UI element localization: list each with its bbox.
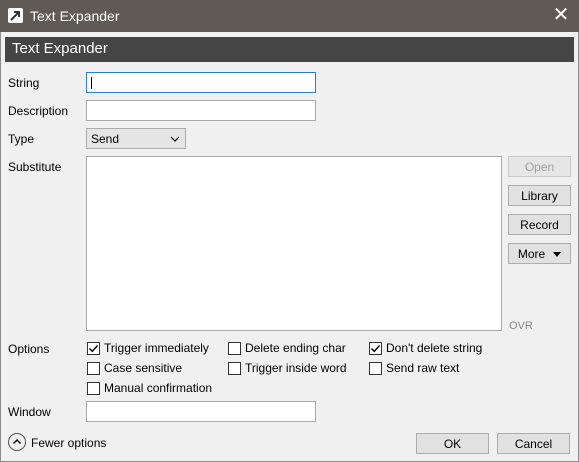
record-button[interactable]: Record bbox=[508, 214, 571, 235]
overwrite-indicator: OVR bbox=[509, 320, 533, 332]
string-label: String bbox=[8, 76, 40, 90]
checkbox-unchecked-icon bbox=[369, 362, 382, 375]
dont-delete-string-label: Don't delete string bbox=[386, 341, 483, 355]
manual-confirmation-label: Manual confirmation bbox=[104, 381, 213, 395]
options-label: Options bbox=[8, 342, 50, 356]
close-icon[interactable]: ✕ bbox=[551, 5, 571, 25]
checkbox-checked-icon bbox=[369, 342, 382, 355]
checkbox-unchecked-icon bbox=[87, 362, 100, 375]
window-label: Window bbox=[8, 405, 51, 419]
description-input[interactable] bbox=[86, 100, 316, 121]
more-button[interactable]: More bbox=[508, 243, 571, 264]
checkbox-unchecked-icon bbox=[87, 382, 100, 395]
cancel-button[interactable]: Cancel bbox=[497, 433, 570, 454]
send-raw-text-label: Send raw text bbox=[386, 361, 460, 375]
checkbox-unchecked-icon bbox=[228, 362, 241, 375]
ok-button[interactable]: OK bbox=[416, 433, 489, 454]
type-label: Type bbox=[8, 132, 35, 146]
window-input[interactable] bbox=[86, 401, 316, 422]
chevron-up-circle-icon bbox=[8, 433, 26, 451]
substitute-label: Substitute bbox=[8, 160, 62, 174]
open-button[interactable]: Open bbox=[508, 156, 571, 177]
case-sensitive-label: Case sensitive bbox=[104, 361, 183, 375]
more-label: More bbox=[517, 247, 546, 261]
title-bar: Text Expander ✕ bbox=[0, 0, 579, 32]
type-dropdown[interactable]: Send bbox=[86, 128, 186, 149]
app-icon bbox=[8, 8, 23, 23]
text-caret bbox=[91, 77, 92, 89]
checkbox-checked-icon bbox=[87, 342, 100, 355]
dropdown-arrow-icon bbox=[553, 252, 562, 258]
fewer-options-label: Fewer options bbox=[31, 436, 107, 450]
substitute-textarea[interactable] bbox=[86, 156, 502, 331]
checkbox-unchecked-icon bbox=[228, 342, 241, 355]
description-label: Description bbox=[8, 104, 69, 118]
delete-ending-char-label: Delete ending char bbox=[245, 341, 346, 355]
trigger-immediately-label: Trigger immediately bbox=[104, 341, 209, 355]
header-title: Text Expander bbox=[12, 40, 108, 57]
type-selected-value: Send bbox=[91, 132, 120, 146]
string-input[interactable] bbox=[86, 72, 316, 93]
library-button[interactable]: Library bbox=[508, 185, 571, 206]
window-title: Text Expander bbox=[30, 8, 120, 24]
trigger-inside-word-label: Trigger inside word bbox=[245, 361, 347, 375]
header-band: Text Expander bbox=[5, 37, 574, 62]
chevron-down-icon bbox=[170, 133, 180, 147]
